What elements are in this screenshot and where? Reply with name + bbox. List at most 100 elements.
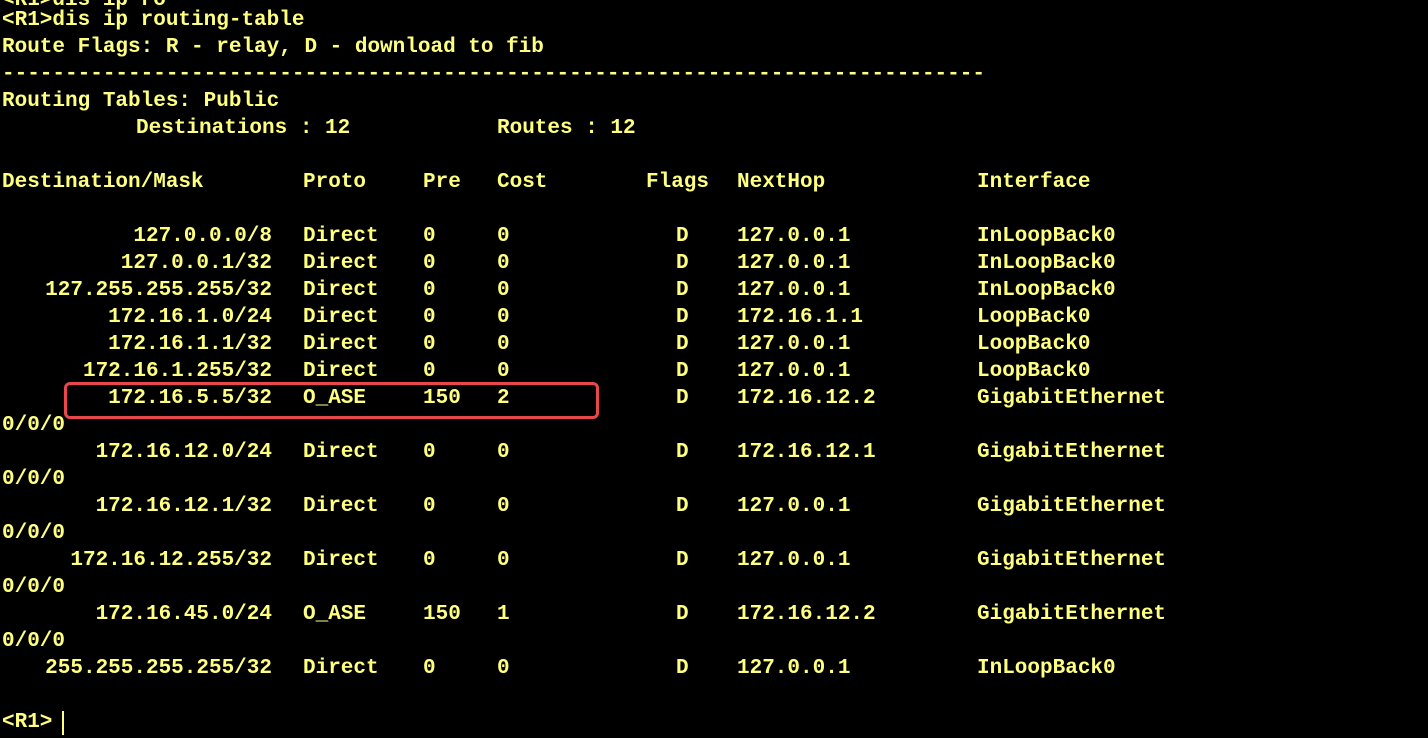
cell-pre: 0: [423, 549, 436, 572]
text-cursor: [62, 711, 64, 735]
cell-cost: 0: [497, 360, 510, 383]
cell-nexthop: 172.16.12.2: [737, 387, 876, 410]
separator-line: ----------------------------------------…: [2, 63, 985, 86]
cell-destination: 127.255.255.255/32: [45, 279, 272, 302]
cell-nexthop: 127.0.0.1: [737, 333, 851, 356]
cell-interface: GigabitEthernet: [977, 603, 1167, 626]
cell-nexthop: 127.0.0.1: [737, 360, 851, 383]
cell-interface: InLoopBack0: [977, 225, 1116, 248]
cell-destination: 172.16.45.0/24: [95, 603, 272, 626]
routing-tables-title: Routing Tables: Public: [2, 90, 280, 113]
table-row: 172.16.1.0/24 Direct 0 0 D 172.16.1.1 Lo…: [0, 304, 1428, 331]
cell-cost: 0: [497, 549, 510, 572]
cell-interface: GigabitEthernet: [977, 495, 1167, 518]
cell-pre: 0: [423, 252, 436, 275]
cell-interface: LoopBack0: [977, 360, 1091, 383]
cell-cost: 0: [497, 441, 510, 464]
cell-flags: D: [676, 495, 689, 518]
cell-proto: Direct: [303, 306, 379, 329]
cell-flags: D: [676, 333, 689, 356]
cell-interface: GigabitEthernet: [977, 387, 1167, 410]
cell-flags: D: [676, 225, 689, 248]
cell-interface: LoopBack0: [977, 333, 1091, 356]
cell-proto: Direct: [303, 252, 379, 275]
interface-wrap: 0/0/0: [2, 522, 66, 545]
header-proto: Proto: [303, 171, 367, 194]
header-flags: Flags: [646, 171, 710, 194]
cell-proto: O_ASE: [303, 603, 367, 626]
cell-destination: 172.16.1.1/32: [108, 333, 272, 356]
terminal-window[interactable]: <R1>dis ip ro <R1>dis ip routing-table R…: [0, 0, 1428, 738]
cell-proto: Direct: [303, 225, 379, 248]
header-cost: Cost: [497, 171, 548, 194]
cell-destination: 255.255.255.255/32: [45, 657, 272, 680]
table-row: 172.16.1.255/32 Direct 0 0 D 127.0.0.1 L…: [0, 358, 1428, 385]
table-row: 172.16.45.0/24 O_ASE 150 1 D 172.16.12.2…: [0, 601, 1428, 628]
table-row: 172.16.12.1/32 Direct 0 0 D 127.0.0.1 Gi…: [0, 493, 1428, 520]
cell-proto: Direct: [303, 549, 379, 572]
cell-nexthop: 172.16.12.2: [737, 603, 876, 626]
table-row: 127.255.255.255/32 Direct 0 0 D 127.0.0.…: [0, 277, 1428, 304]
summary-line: Destinations : 12 Routes : 12: [0, 115, 1428, 142]
cell-flags: D: [676, 603, 689, 626]
cell-proto: Direct: [303, 279, 379, 302]
cell-nexthop: 172.16.12.1: [737, 441, 876, 464]
cell-flags: D: [676, 657, 689, 680]
cell-proto: O_ASE: [303, 387, 367, 410]
cell-flags: D: [676, 252, 689, 275]
cell-proto: Direct: [303, 441, 379, 464]
table-row: 172.16.12.255/32 Direct 0 0 D 127.0.0.1 …: [0, 547, 1428, 574]
cell-pre: 0: [423, 657, 436, 680]
cell-pre: 0: [423, 360, 436, 383]
routes-count: Routes : 12: [497, 117, 636, 140]
cell-cost: 0: [497, 279, 510, 302]
header-pre: Pre: [423, 171, 461, 194]
interface-wrap: 0/0/0: [2, 414, 66, 437]
cell-pre: 0: [423, 495, 436, 518]
cell-cost: 0: [497, 657, 510, 680]
interface-wrap: 0/0/0: [2, 576, 66, 599]
cell-cost: 0: [497, 306, 510, 329]
header-interface: Interface: [977, 171, 1091, 194]
cell-flags: D: [676, 279, 689, 302]
header-destination: Destination/Mask: [2, 171, 204, 194]
cell-cost: 0: [497, 225, 510, 248]
cell-interface: GigabitEthernet: [977, 549, 1167, 572]
cell-cost: 1: [497, 603, 510, 626]
table-row: 172.16.12.0/24 Direct 0 0 D 172.16.12.1 …: [0, 439, 1428, 466]
cell-nexthop: 127.0.0.1: [737, 279, 851, 302]
destinations-count: Destinations : 12: [136, 117, 351, 140]
cell-flags: D: [676, 387, 689, 410]
interface-wrap: 0/0/0: [2, 468, 66, 491]
cell-proto: Direct: [303, 495, 379, 518]
command-prompt[interactable]: <R1>: [2, 709, 52, 736]
cell-proto: Direct: [303, 333, 379, 356]
cell-cost: 0: [497, 252, 510, 275]
table-row: 255.255.255.255/32 Direct 0 0 D 127.0.0.…: [0, 655, 1428, 682]
cell-cost: 2: [497, 387, 510, 410]
cell-destination: 172.16.5.5/32: [108, 387, 272, 410]
cell-pre: 0: [423, 441, 436, 464]
cell-pre: 0: [423, 306, 436, 329]
table-row-highlighted: 172.16.5.5/32 O_ASE 150 2 D 172.16.12.2 …: [0, 385, 1428, 412]
interface-wrap: 0/0/0: [2, 630, 66, 653]
table-row: 127.0.0.0/8 Direct 0 0 D 127.0.0.1 InLoo…: [0, 223, 1428, 250]
cell-nexthop: 127.0.0.1: [737, 252, 851, 275]
cell-destination: 172.16.1.255/32: [82, 360, 272, 383]
cell-destination: 172.16.12.0/24: [95, 441, 272, 464]
cell-pre: 0: [423, 225, 436, 248]
command-line: <R1>dis ip routing-table: [2, 9, 305, 32]
cell-interface: InLoopBack0: [977, 279, 1116, 302]
table-header: Destination/Mask Proto Pre Cost Flags Ne…: [0, 169, 1428, 196]
cell-pre: 0: [423, 279, 436, 302]
cell-interface: LoopBack0: [977, 306, 1091, 329]
cell-nexthop: 127.0.0.1: [737, 495, 851, 518]
cell-destination: 172.16.12.1/32: [95, 495, 272, 518]
cell-flags: D: [676, 549, 689, 572]
cell-nexthop: 127.0.0.1: [737, 549, 851, 572]
cell-flags: D: [676, 360, 689, 383]
cell-interface: InLoopBack0: [977, 252, 1116, 275]
table-row: 172.16.1.1/32 Direct 0 0 D 127.0.0.1 Loo…: [0, 331, 1428, 358]
header-nexthop: NextHop: [737, 171, 826, 194]
cell-destination: 127.0.0.1/32: [120, 252, 272, 275]
